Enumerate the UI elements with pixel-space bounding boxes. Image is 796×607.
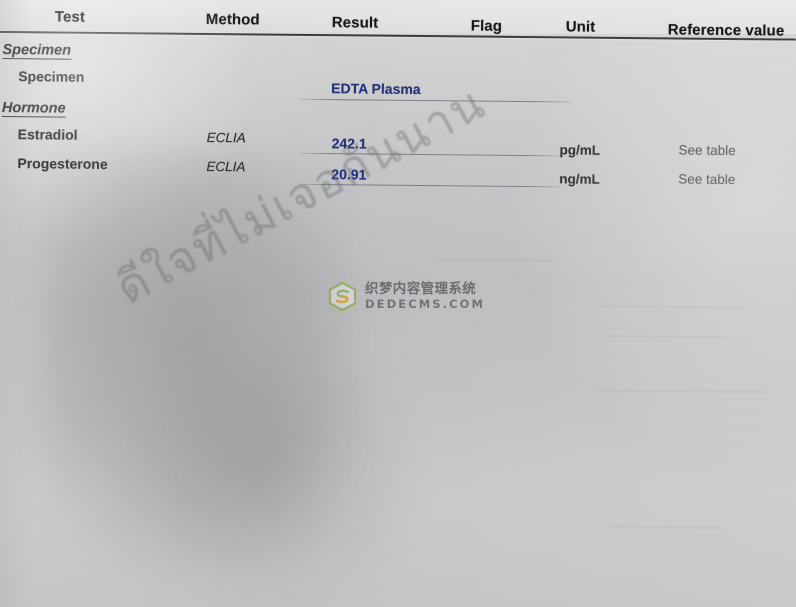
column-header-unit: Unit (565, 18, 596, 36)
paper-showthrough-line (596, 389, 767, 393)
row-test-name-estradiol: Estradiol (17, 126, 78, 143)
section-title-hormone: Hormone (1, 100, 66, 118)
column-header-method: Method (205, 10, 260, 29)
dedecms-watermark: 织梦内容管理系统 DEDECMS.COM (327, 281, 485, 312)
row-result-specimen: EDTA Plasma (331, 80, 421, 98)
hexagon-s-logo-icon (327, 281, 358, 312)
row-reference-progesterone: See table (678, 171, 736, 188)
result-underline-specimen (299, 98, 572, 103)
column-header-test: Test (54, 8, 86, 26)
row-test-name-specimen: Specimen (18, 68, 85, 85)
row-test-name-progesterone: Progesterone (17, 155, 108, 173)
row-method-progesterone: ECLIA (206, 158, 246, 175)
row-reference-estradiol: See table (678, 142, 736, 159)
row-result-estradiol: 242.1 (331, 135, 367, 152)
photographed-lab-report: Test Method Result Flag Unit Reference v… (0, 0, 796, 607)
paper-showthrough-line (609, 525, 720, 528)
row-unit-estradiol: pg/mL (559, 142, 601, 158)
dedecms-chinese-label: 织梦内容管理系统 (365, 281, 477, 297)
section-title-specimen: Specimen (2, 42, 72, 60)
paper-showthrough-line (437, 259, 558, 262)
paper-showthrough-line (597, 305, 748, 309)
paper-showthrough-line (606, 335, 727, 338)
result-underline-estradiol (299, 152, 561, 157)
column-header-result: Result (331, 14, 379, 32)
dedecms-watermark-text: 织梦内容管理系统 DEDECMS.COM (365, 281, 486, 311)
column-header-flag: Flag (470, 17, 503, 35)
row-method-estradiol: ECLIA (206, 129, 246, 146)
dedecms-latin-label: DEDECMS.COM (365, 296, 486, 311)
row-result-progesterone: 20.91 (331, 166, 367, 183)
result-underline-progesterone (299, 183, 561, 188)
row-unit-progesterone: ng/mL (559, 171, 600, 187)
